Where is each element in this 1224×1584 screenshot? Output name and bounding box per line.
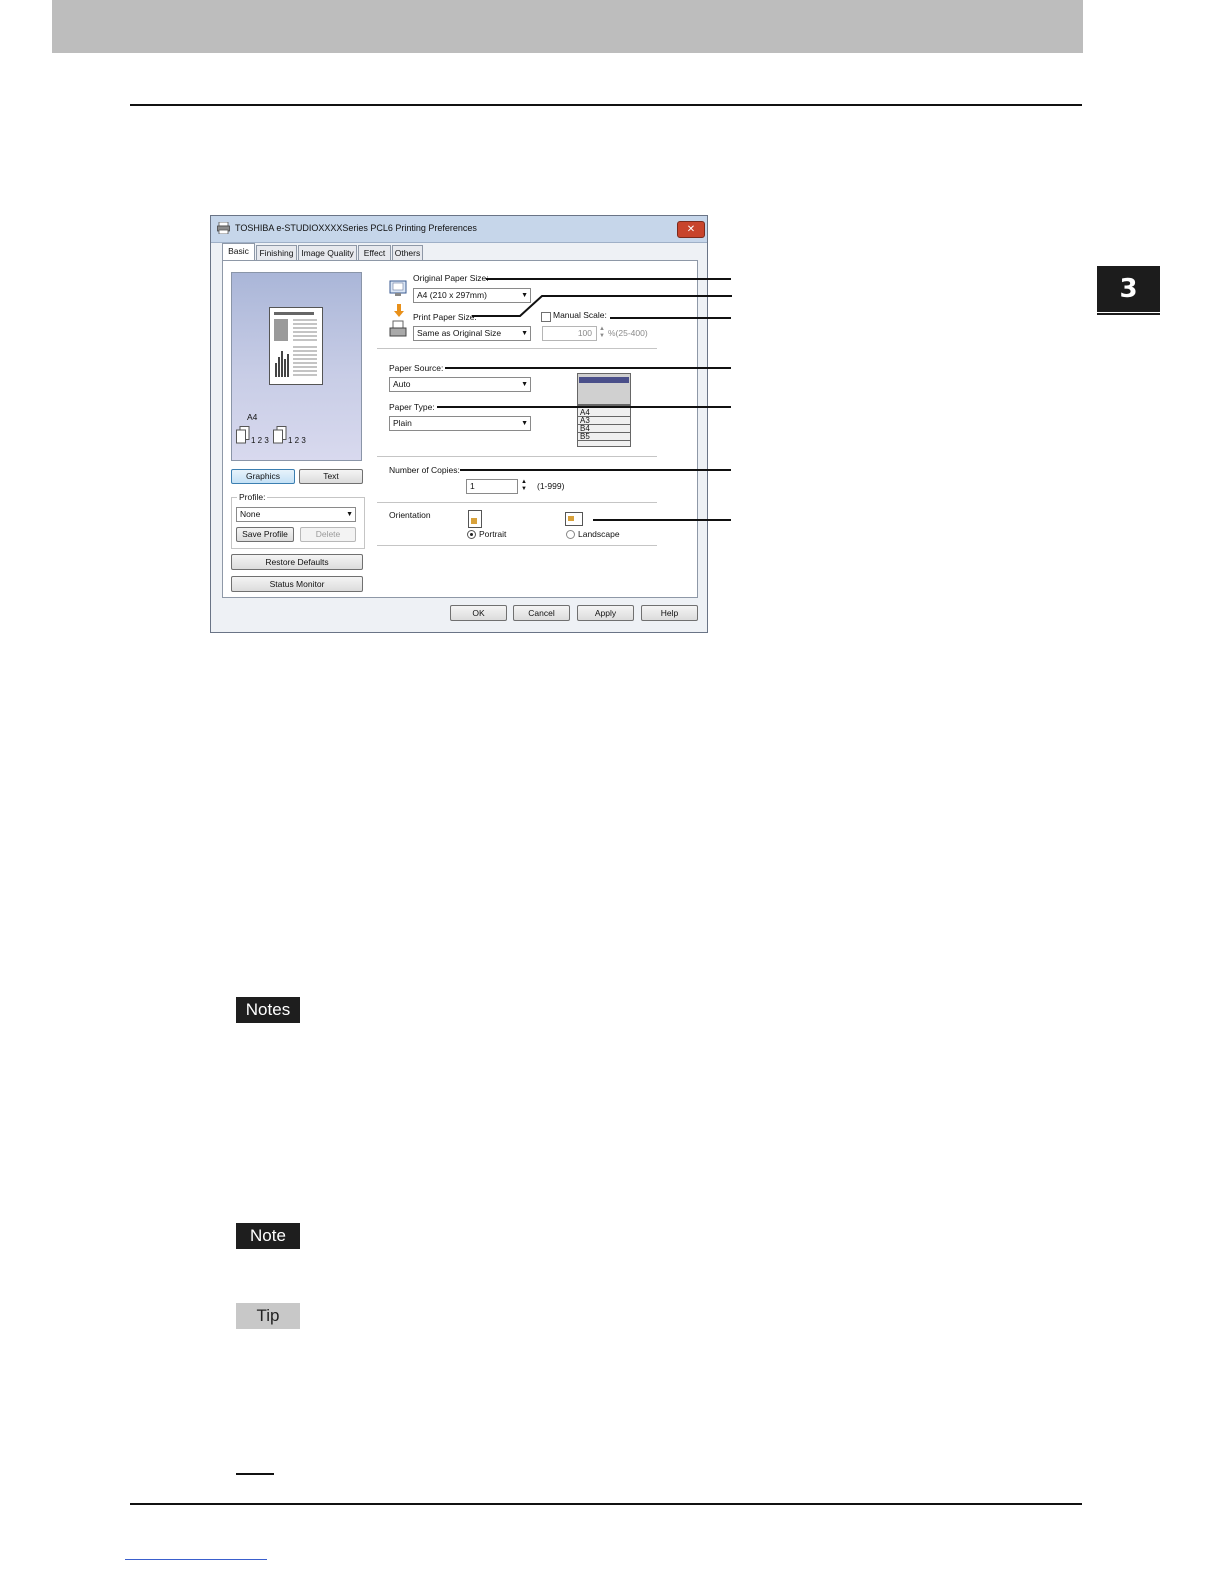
chevron-down-icon: ▼: [521, 420, 528, 427]
drawer-b5: B5: [577, 433, 631, 441]
original-paper-size-label: Original Paper Size:: [413, 273, 489, 283]
callout-line-original-paper-size: [486, 278, 731, 280]
tab-image-quality[interactable]: Image Quality: [298, 245, 357, 260]
landscape-radio[interactable]: [566, 530, 575, 539]
print-size-icon: [389, 320, 407, 337]
landscape-label: Landscape: [578, 529, 620, 539]
help-button[interactable]: Help: [641, 605, 698, 621]
tab-others[interactable]: Others: [392, 245, 423, 260]
dialog-titlebar: TOSHIBA e-STUDIOXXXXSeries PCL6 Printing…: [211, 216, 707, 243]
portrait-label: Portrait: [479, 529, 507, 539]
manual-scale-value: 100: [577, 328, 592, 338]
save-profile-button[interactable]: Save Profile: [236, 527, 294, 542]
chevron-down-icon: ▼: [521, 330, 528, 337]
profile-value: None: [240, 509, 261, 519]
collate-pages-icon: [236, 426, 250, 444]
collate-label-2: 1 2 3: [288, 436, 306, 445]
close-icon: ✕: [686, 224, 696, 235]
graphics-button[interactable]: Graphics: [231, 469, 295, 484]
paper-source-label: Paper Source:: [389, 363, 444, 373]
dialog-title: TOSHIBA e-STUDIOXXXXSeries PCL6 Printing…: [235, 223, 477, 233]
copies-spinner-icon[interactable]: ▲ ▼: [521, 479, 527, 493]
document-preview-icon: [269, 307, 323, 385]
copies-value: 1: [470, 481, 475, 491]
chapter-number: 3: [1119, 274, 1138, 304]
separator: [377, 456, 657, 457]
print-paper-size-select[interactable]: Same as Original Size ▼: [413, 326, 531, 341]
manual-scale-input[interactable]: 100: [542, 326, 597, 341]
separator: [377, 502, 657, 503]
print-preview-panel: A4 1 2 3 1 2 3: [231, 272, 362, 461]
profile-select[interactable]: None ▼: [236, 507, 356, 522]
tab-basic[interactable]: Basic: [222, 243, 255, 261]
paper-type-select[interactable]: Plain ▼: [389, 416, 531, 431]
footnote-rule: [236, 1473, 274, 1475]
ok-button[interactable]: OK: [450, 605, 507, 621]
paper-type-label: Paper Type:: [389, 402, 435, 412]
tab-finishing[interactable]: Finishing: [256, 245, 297, 260]
chevron-down-icon: ▼: [521, 381, 528, 388]
landscape-icon: [565, 512, 583, 526]
arrow-down-icon: [394, 304, 404, 317]
apply-button[interactable]: Apply: [577, 605, 634, 621]
scale-spinner-icon[interactable]: ▲ ▼: [599, 326, 605, 340]
paper-type-value: Plain: [393, 418, 412, 428]
callout-line-paper-source: [445, 367, 731, 369]
orientation-label: Orientation: [389, 510, 431, 520]
delete-profile-button[interactable]: Delete: [300, 527, 356, 542]
close-button[interactable]: ✕: [677, 221, 705, 238]
callout-line-orientation: [593, 519, 731, 521]
printer-device-image: A4 A3 B4 B5: [577, 373, 631, 447]
paper-source-value: Auto: [393, 379, 411, 389]
print-paper-size-label: Print Paper Size:: [413, 312, 477, 322]
paper-source-select[interactable]: Auto ▼: [389, 377, 531, 392]
chapter-tab-underline: [1097, 313, 1160, 315]
collate-pages-icon: [273, 426, 287, 444]
original-size-icon: [389, 280, 407, 296]
chapter-tab: 3: [1097, 266, 1160, 312]
separator: [377, 545, 657, 546]
status-monitor-button[interactable]: Status Monitor: [231, 576, 363, 592]
separator: [377, 348, 657, 349]
footer-rule: [130, 1503, 1082, 1505]
callout-line-manual-scale: [610, 317, 731, 319]
header-rule: [130, 104, 1082, 106]
callout-line-copies: [460, 469, 731, 471]
note-label: Note: [236, 1223, 300, 1249]
manual-scale-range: %(25-400): [608, 328, 648, 338]
printer-icon: [217, 222, 230, 234]
callout-line-paper-type: [437, 406, 731, 408]
profile-label: Profile:: [237, 492, 268, 502]
number-of-copies-label: Number of Copies:: [389, 465, 460, 475]
tip-label: Tip: [236, 1303, 300, 1329]
collate-label-1: 1 2 3: [251, 436, 269, 445]
restore-defaults-button[interactable]: Restore Defaults: [231, 554, 363, 570]
copies-input[interactable]: 1: [466, 479, 518, 494]
header-band: [52, 0, 1083, 53]
footer-link-underline[interactable]: [125, 1559, 267, 1560]
notes-label: Notes: [236, 997, 300, 1023]
chevron-down-icon: ▼: [346, 511, 353, 518]
copies-range: (1-999): [537, 481, 565, 491]
preview-paper-size: A4: [247, 412, 258, 422]
cancel-button[interactable]: Cancel: [513, 605, 570, 621]
callout-line-print-paper-size: [472, 295, 732, 317]
portrait-icon: [468, 510, 482, 528]
portrait-radio[interactable]: [467, 530, 476, 539]
text-button[interactable]: Text: [299, 469, 363, 484]
tab-effect[interactable]: Effect: [358, 245, 391, 260]
print-paper-size-value: Same as Original Size: [417, 328, 502, 338]
